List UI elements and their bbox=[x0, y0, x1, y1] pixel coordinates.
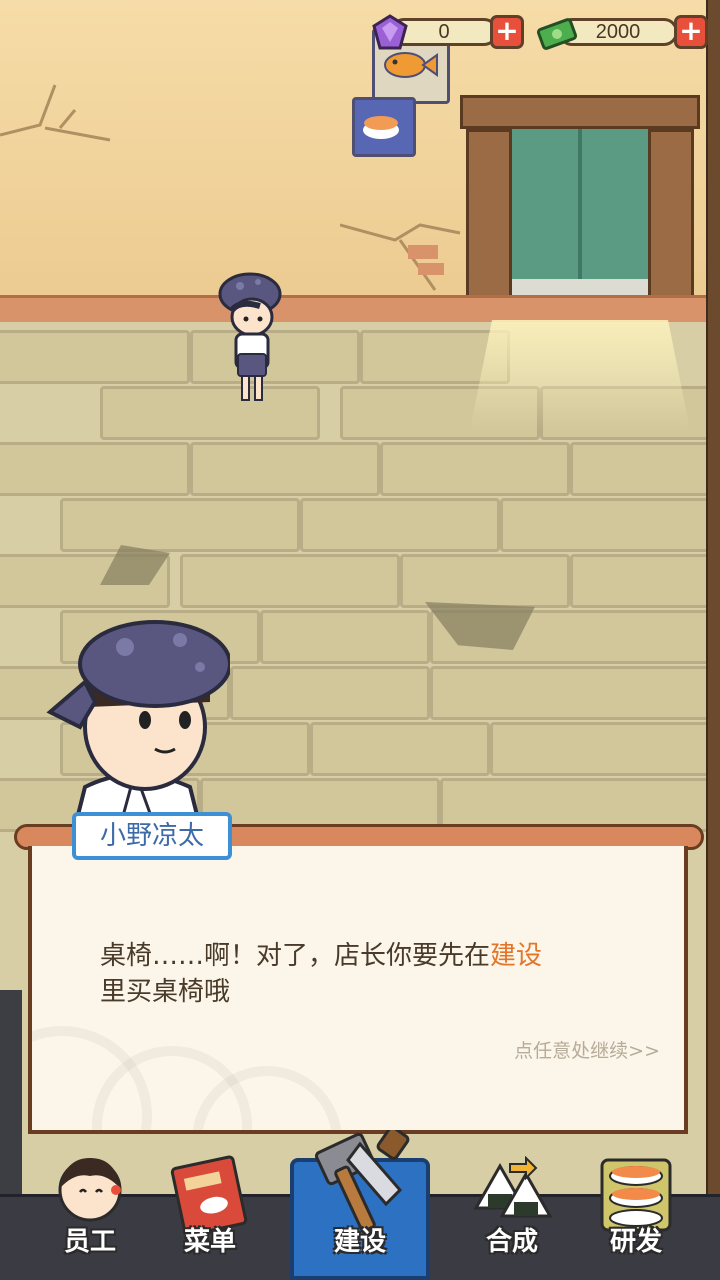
staff-character-small[interactable] bbox=[210, 272, 290, 407]
sushi-icon bbox=[363, 116, 399, 139]
floor-brick bbox=[310, 722, 490, 776]
door-frame-right bbox=[648, 129, 694, 320]
floor-brick bbox=[0, 330, 190, 384]
dialog-line-1: 桌椅……啊！对了，店长你要先在建设 bbox=[100, 938, 640, 974]
purple-gem-icon bbox=[372, 14, 408, 50]
dialog-text: 桌椅……啊！对了，店长你要先在建设 里买桌椅哦 bbox=[100, 938, 640, 1010]
floor-brick bbox=[400, 554, 570, 608]
door-frame-top bbox=[460, 95, 700, 129]
speaker-name: 小野凉太 bbox=[99, 821, 204, 851]
gem-counter: 0 + bbox=[370, 12, 525, 52]
floor-brick bbox=[230, 666, 430, 720]
cash-stack-icon bbox=[536, 18, 578, 50]
noren-split bbox=[578, 129, 582, 279]
nav-menu[interactable]: 菜单 bbox=[150, 1140, 270, 1280]
build-highlight-text: 建设 bbox=[490, 941, 543, 971]
nav-research-label: 研发 bbox=[609, 1227, 662, 1257]
nav-menu-label: 菜单 bbox=[183, 1227, 236, 1257]
floor-brick bbox=[490, 722, 710, 776]
wall-crack-decoration bbox=[0, 84, 111, 142]
right-wall-edge bbox=[706, 0, 720, 1280]
add-cash-button[interactable]: + bbox=[674, 15, 708, 49]
speaker-name-tag: 小野凉太 bbox=[72, 812, 232, 860]
floor-brick bbox=[380, 442, 570, 496]
speaker-portrait bbox=[46, 620, 230, 827]
nav-research[interactable]: 研发 bbox=[576, 1140, 696, 1280]
game-scene[interactable]: 小野凉太 桌椅……啊！对了，店长你要先在建设 里买桌椅哦 点任意处继续>> 0 … bbox=[0, 0, 720, 1280]
nav-staff[interactable]: 员工 bbox=[30, 1140, 150, 1280]
floor-brick bbox=[60, 498, 300, 552]
cash-value: 2000 bbox=[595, 21, 641, 43]
wall-crack-decoration bbox=[340, 223, 461, 291]
staff-avatar-icon bbox=[58, 1158, 122, 1222]
sushi-poster bbox=[352, 97, 416, 157]
nav-merge[interactable]: 合成 bbox=[452, 1140, 572, 1280]
floor-brick bbox=[300, 498, 500, 552]
continue-hint[interactable]: 点任意处继续>> bbox=[440, 1036, 660, 1063]
nav-merge-label: 合成 bbox=[485, 1227, 538, 1257]
nav-build[interactable]: 建设 bbox=[300, 1130, 420, 1280]
cash-counter: 2000 + bbox=[536, 12, 711, 52]
floor-brick bbox=[430, 666, 710, 720]
nav-staff-label: 员工 bbox=[63, 1227, 116, 1257]
floor-brick bbox=[570, 554, 710, 608]
floor-brick bbox=[260, 610, 430, 664]
dialog-line-1-text: 桌椅……啊！对了，店长你要先在 bbox=[100, 941, 491, 971]
nav-build-label: 建设 bbox=[333, 1227, 386, 1257]
floor-brick bbox=[0, 442, 190, 496]
dialog-line-2: 里买桌椅哦 bbox=[100, 977, 231, 1007]
floor-brick bbox=[500, 498, 710, 552]
add-gems-button[interactable]: + bbox=[490, 15, 524, 49]
door-light-beam bbox=[470, 320, 690, 430]
floor-brick bbox=[190, 442, 380, 496]
restaurant-door[interactable] bbox=[460, 95, 700, 320]
floor-brick bbox=[180, 554, 400, 608]
floor-brick bbox=[570, 442, 720, 496]
door-frame-left bbox=[466, 129, 512, 320]
